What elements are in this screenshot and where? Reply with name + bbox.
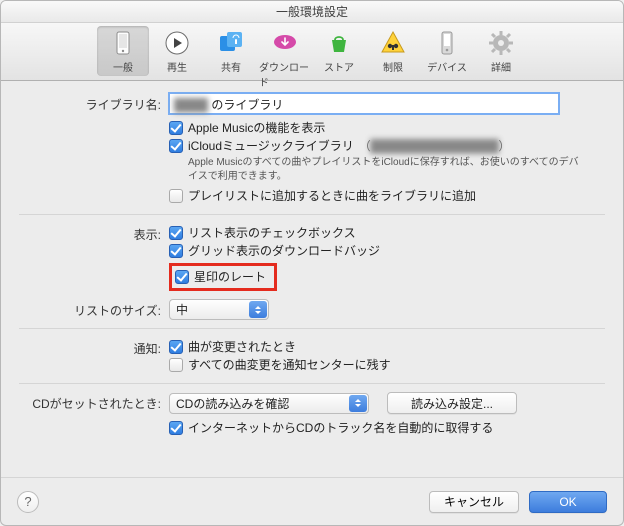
tab-label: 詳細: [491, 59, 511, 74]
divider: [19, 328, 605, 329]
toolbar: 一般 再生 共有 ダウンロード ストア: [1, 23, 623, 81]
download-icon: [270, 28, 300, 58]
library-name-hidden: ████: [174, 98, 208, 112]
star-rating-label: 星印のレート: [194, 269, 266, 285]
devices-icon: [432, 28, 462, 58]
cd-label: CDがセットされたとき:: [19, 392, 169, 412]
sharing-icon: [216, 28, 246, 58]
tab-advanced[interactable]: 詳細: [475, 26, 527, 76]
internet-track-label: インターネットからCDのトラック名を自動的に取得する: [188, 420, 493, 436]
list-view-label: リスト表示のチェックボックス: [188, 225, 356, 241]
cd-action-value: CDの読み込みを確認: [176, 395, 289, 412]
keep-all-checkbox[interactable]: すべての曲変更を通知センターに残す: [169, 357, 605, 373]
notify-label: 通知:: [19, 337, 169, 357]
library-name-input[interactable]: ████ のライブラリ: [169, 93, 559, 114]
tab-store[interactable]: ストア: [313, 26, 365, 76]
add-to-library-checkbox[interactable]: プレイリストに追加するときに曲をライブラリに追加: [169, 188, 605, 204]
import-settings-button[interactable]: 読み込み設定...: [387, 392, 517, 414]
store-icon: [324, 28, 354, 58]
library-name-label: ライブラリ名:: [19, 93, 169, 113]
tab-label: 共有: [221, 59, 241, 74]
tab-label: 一般: [113, 59, 133, 74]
add-to-library-label: プレイリストに追加するときに曲をライブラリに追加: [188, 188, 476, 204]
list-size-label: リストのサイズ:: [19, 299, 169, 319]
ok-button[interactable]: OK: [529, 491, 607, 513]
song-changed-checkbox[interactable]: 曲が変更されたとき: [169, 339, 605, 355]
play-icon: [162, 28, 192, 58]
general-icon: [108, 28, 138, 58]
icloud-library-checkbox[interactable]: iCloudミュージックライブラリ （████████████████）: [169, 138, 605, 154]
icloud-library-label: iCloudミュージックライブラリ: [188, 138, 354, 154]
divider: [19, 214, 605, 215]
tab-playback[interactable]: 再生: [151, 26, 203, 76]
preferences-window: 一般環境設定 一般 再生 共有 ダウンロード: [0, 0, 624, 526]
grid-badge-label: グリッド表示のダウンロードバッジ: [188, 243, 380, 259]
icloud-account: （████████████████）: [359, 138, 510, 154]
highlight-box: 星印のレート: [169, 263, 277, 291]
internet-track-checkbox[interactable]: インターネットからCDのトラック名を自動的に取得する: [169, 420, 605, 436]
song-changed-label: 曲が変更されたとき: [188, 339, 296, 355]
tab-restrict[interactable]: 制限: [367, 26, 419, 76]
keep-all-label: すべての曲変更を通知センターに残す: [188, 357, 391, 373]
gear-icon: [486, 28, 516, 58]
tab-label: 再生: [167, 59, 187, 74]
library-name-suffix: のライブラリ: [208, 98, 283, 112]
cancel-button[interactable]: キャンセル: [429, 491, 519, 513]
list-size-select[interactable]: 中: [169, 299, 269, 320]
window-title: 一般環境設定: [1, 1, 623, 23]
star-rating-checkbox[interactable]: 星印のレート: [175, 269, 266, 285]
divider: [19, 383, 605, 384]
content-pane: ライブラリ名: ████ のライブラリ Apple Musicの機能を表示 iC…: [1, 81, 623, 477]
restrict-icon: [378, 28, 408, 58]
apple-music-checkbox[interactable]: Apple Musicの機能を表示: [169, 120, 605, 136]
footer: ? キャンセル OK: [1, 477, 623, 525]
display-label: 表示:: [19, 223, 169, 243]
cd-action-select[interactable]: CDの読み込みを確認: [169, 393, 369, 414]
chevron-updown-icon: [249, 301, 267, 318]
help-button[interactable]: ?: [17, 491, 39, 513]
grid-badge-checkbox[interactable]: グリッド表示のダウンロードバッジ: [169, 243, 605, 259]
icloud-note: Apple Musicのすべての曲やプレイリストをiCloudに保存すれば、お使…: [188, 156, 588, 184]
apple-music-label: Apple Musicの機能を表示: [188, 120, 325, 136]
list-size-value: 中: [176, 301, 188, 318]
list-view-checkbox[interactable]: リスト表示のチェックボックス: [169, 225, 605, 241]
tab-sharing[interactable]: 共有: [205, 26, 257, 76]
tab-label: デバイス: [427, 59, 467, 74]
tab-label: 制限: [383, 59, 403, 74]
chevron-updown-icon: [349, 395, 367, 412]
tab-label: ストア: [324, 59, 354, 74]
tab-devices[interactable]: デバイス: [421, 26, 473, 76]
tab-general[interactable]: 一般: [97, 26, 149, 76]
